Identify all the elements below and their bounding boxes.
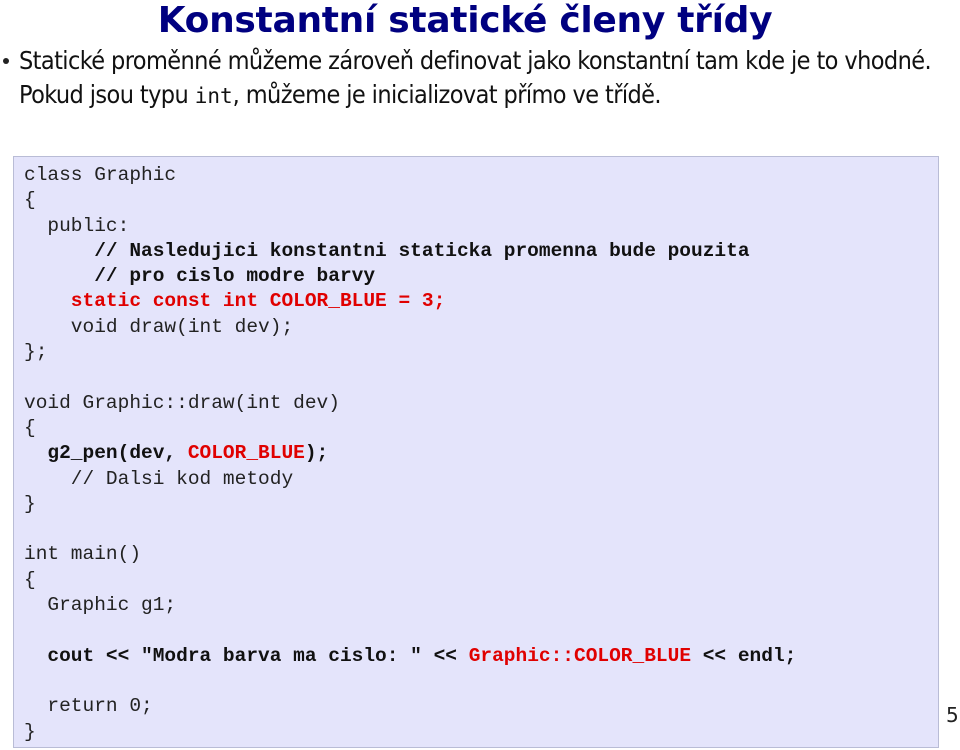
code-highlight: COLOR_BLUE xyxy=(187,442,305,465)
code-line: return 0; xyxy=(24,694,796,719)
code-line: { xyxy=(24,568,796,593)
code-line: // pro cislo modre barvy xyxy=(24,264,796,289)
code-line: cout << "Modra barva ma cislo: " << Grap… xyxy=(24,644,796,669)
bullet-inline-code: int xyxy=(194,84,233,108)
code-token: { xyxy=(24,416,36,439)
code-token: ); xyxy=(304,442,329,465)
code-line: void draw(int dev); xyxy=(24,315,796,340)
code-token: void draw(int dev); xyxy=(24,315,294,338)
code-token: // Dalsi kod metody xyxy=(24,467,294,490)
code-line: { xyxy=(24,416,796,441)
code-line: } xyxy=(24,720,796,745)
code-token: class Graphic xyxy=(24,164,177,186)
code-line: { xyxy=(24,188,796,213)
bullet-text-after: , můžeme je inicializovat přímo ve třídě… xyxy=(232,80,662,109)
code-token: public: xyxy=(24,214,130,237)
code-line: void Graphic::draw(int dev) xyxy=(24,391,796,416)
page-number: 5 xyxy=(946,703,959,727)
code-token: { xyxy=(24,568,36,591)
code-highlight: Graphic::COLOR_BLUE xyxy=(468,644,692,667)
code-token: cout << "Modra barva ma cislo: " << xyxy=(24,644,469,667)
code-line: } xyxy=(24,492,796,517)
code-lines: class Graphic { public: // Nasledujici ko… xyxy=(24,163,796,745)
code-line: Graphic g1; xyxy=(24,593,796,618)
code-line: static const int COLOR_BLUE = 3; xyxy=(24,289,796,314)
code-token: }; xyxy=(24,341,48,364)
bullet-text: Statické proměnné můžeme zároveň definov… xyxy=(19,44,959,113)
code-token: } xyxy=(24,492,36,515)
code-token: g2_pen(dev, xyxy=(24,442,188,465)
code-line: // Nasledujici konstantni staticka prome… xyxy=(24,239,796,264)
code-token: << endl; xyxy=(691,644,797,667)
code-token: int main() xyxy=(24,543,142,566)
code-line: int main() xyxy=(24,542,796,567)
code-line: g2_pen(dev, COLOR_BLUE); xyxy=(24,441,796,466)
code-token: Graphic g1; xyxy=(24,594,177,617)
code-token: return 0; xyxy=(24,695,153,718)
code-line: public: xyxy=(24,214,796,239)
code-highlight: static const int COLOR_BLUE = 3; xyxy=(24,290,446,313)
code-token: { xyxy=(24,189,36,212)
bullet-icon xyxy=(3,58,9,64)
code-line: class Graphic xyxy=(24,163,796,188)
code-line: }; xyxy=(24,340,796,365)
code-block: class Graphic { public: // Nasledujici ko… xyxy=(13,156,939,748)
code-token: } xyxy=(24,720,36,743)
code-token: // Nasledujici konstantni staticka prome… xyxy=(24,239,750,262)
code-line: // Dalsi kod metody xyxy=(24,467,796,492)
code-token: void Graphic::draw(int dev) xyxy=(24,391,340,414)
code-token: // pro cislo modre barvy xyxy=(24,265,376,288)
slide-title: Konstantní statické členy třídy xyxy=(157,0,773,41)
